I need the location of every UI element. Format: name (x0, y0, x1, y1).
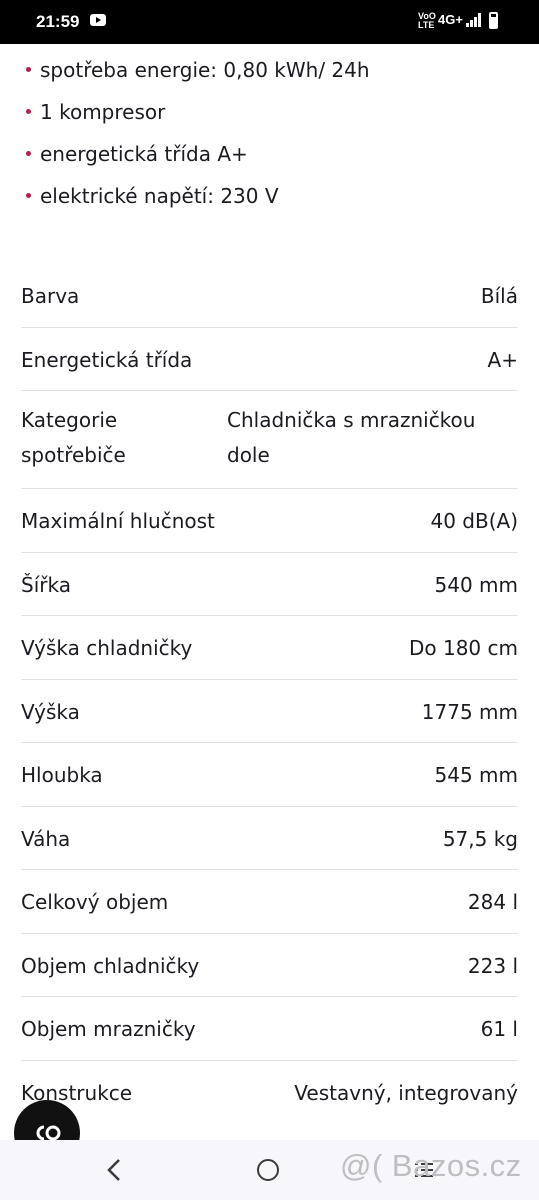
signal-icon (466, 13, 481, 27)
feature-text: elektrické napětí: 230 V (40, 184, 279, 208)
bullet-dot (26, 151, 31, 156)
bullet-dot (26, 193, 31, 198)
spec-value: 57,5 kg (442, 826, 518, 851)
watermark: @( Bazos.cz (340, 1148, 522, 1183)
spec-row-total-volume: Celkový objem 284 l (21, 870, 518, 934)
spec-row-weight: Váha 57,5 kg (21, 807, 518, 870)
spec-value: 545 mm (434, 763, 519, 787)
spec-label: Šířka (21, 572, 71, 597)
spec-row-energy-class: Energetická třída A+ (21, 328, 518, 391)
spec-row-depth: Hloubka 545 mm (21, 743, 518, 807)
spec-label: Energetická třída (21, 347, 193, 372)
spec-label: Objem mrazničky (21, 1017, 196, 1041)
spec-value: A+ (487, 347, 518, 372)
spec-row-height: Výška 1775 mm (21, 680, 518, 743)
spec-table: Barva Bílá Energetická třída A+ Kategori… (21, 264, 518, 1125)
spec-row-freezer-volume: Objem mrazničky 61 l (21, 997, 518, 1061)
spec-value: 40 dB(A) (430, 509, 518, 533)
spec-label: Objem chladničky (21, 953, 200, 978)
feature-item: energetická třída A+ (26, 134, 248, 174)
status-time: 21:59 (36, 12, 80, 31)
spec-value: Bílá (480, 284, 518, 308)
bullet-dot (26, 67, 31, 72)
spec-label: Hloubka (21, 763, 103, 787)
spec-label: Celkový objem (21, 890, 169, 914)
spec-label: Barva (21, 284, 80, 308)
volte-indicator: VoO LTE (418, 12, 436, 30)
spec-row-barva: Barva Bílá (21, 264, 518, 328)
spec-value: Chladnička s mrazničkou dole (227, 408, 476, 467)
navigation-bar: @( Bazos.cz (0, 1140, 539, 1200)
spec-value: 284 l (467, 890, 518, 914)
spec-row-fridge-height: Výška chladničky Do 180 cm (21, 616, 518, 680)
feature-item: elektrické napětí: 230 V (26, 176, 279, 216)
feature-text: energetická třída A+ (40, 142, 248, 166)
spec-value: Vestavný, integrovaný (294, 1080, 518, 1105)
battery-icon (489, 12, 498, 29)
spec-value: 223 l (467, 953, 518, 978)
back-icon[interactable] (104, 1156, 124, 1184)
feature-item: 1 kompresor (26, 92, 165, 132)
spec-row-width: Šířka 540 mm (21, 553, 519, 616)
lte-label: LTE (418, 20, 435, 30)
spec-label: Výška (21, 699, 80, 724)
home-icon[interactable] (257, 1159, 279, 1181)
feature-text: 1 kompresor (40, 100, 166, 124)
spec-label: Kategorie spotřebiče (21, 408, 126, 467)
youtube-icon (90, 14, 106, 26)
spec-row-category: Kategorie spotřebiče Chladnička s mrazni… (21, 391, 518, 489)
spec-value: Do 180 cm (408, 636, 518, 660)
network-type: 4G+ (438, 12, 463, 27)
spec-value: 1775 mm (421, 699, 518, 724)
feature-item: spotřeba energie: 0,80 kWh/ 24h (26, 50, 370, 90)
spec-label: Váha (21, 826, 71, 851)
spec-label: Výška chladničky (21, 636, 193, 660)
spec-value: 540 mm (434, 572, 519, 597)
status-bar: 21:59 VoO LTE 4G+ (0, 0, 539, 44)
spec-label: Maximální hlučnost (21, 509, 215, 533)
spec-row-construction: Konstrukce Vestavný, integrovaný (21, 1061, 518, 1125)
bullet-dot (26, 109, 31, 114)
feature-text: spotřeba energie: 0,80 kWh/ 24h (40, 58, 370, 82)
spec-row-noise: Maximální hlučnost 40 dB(A) (21, 489, 518, 553)
spec-value: 61 l (480, 1017, 518, 1041)
spec-row-fridge-volume: Objem chladničky 223 l (21, 934, 518, 997)
